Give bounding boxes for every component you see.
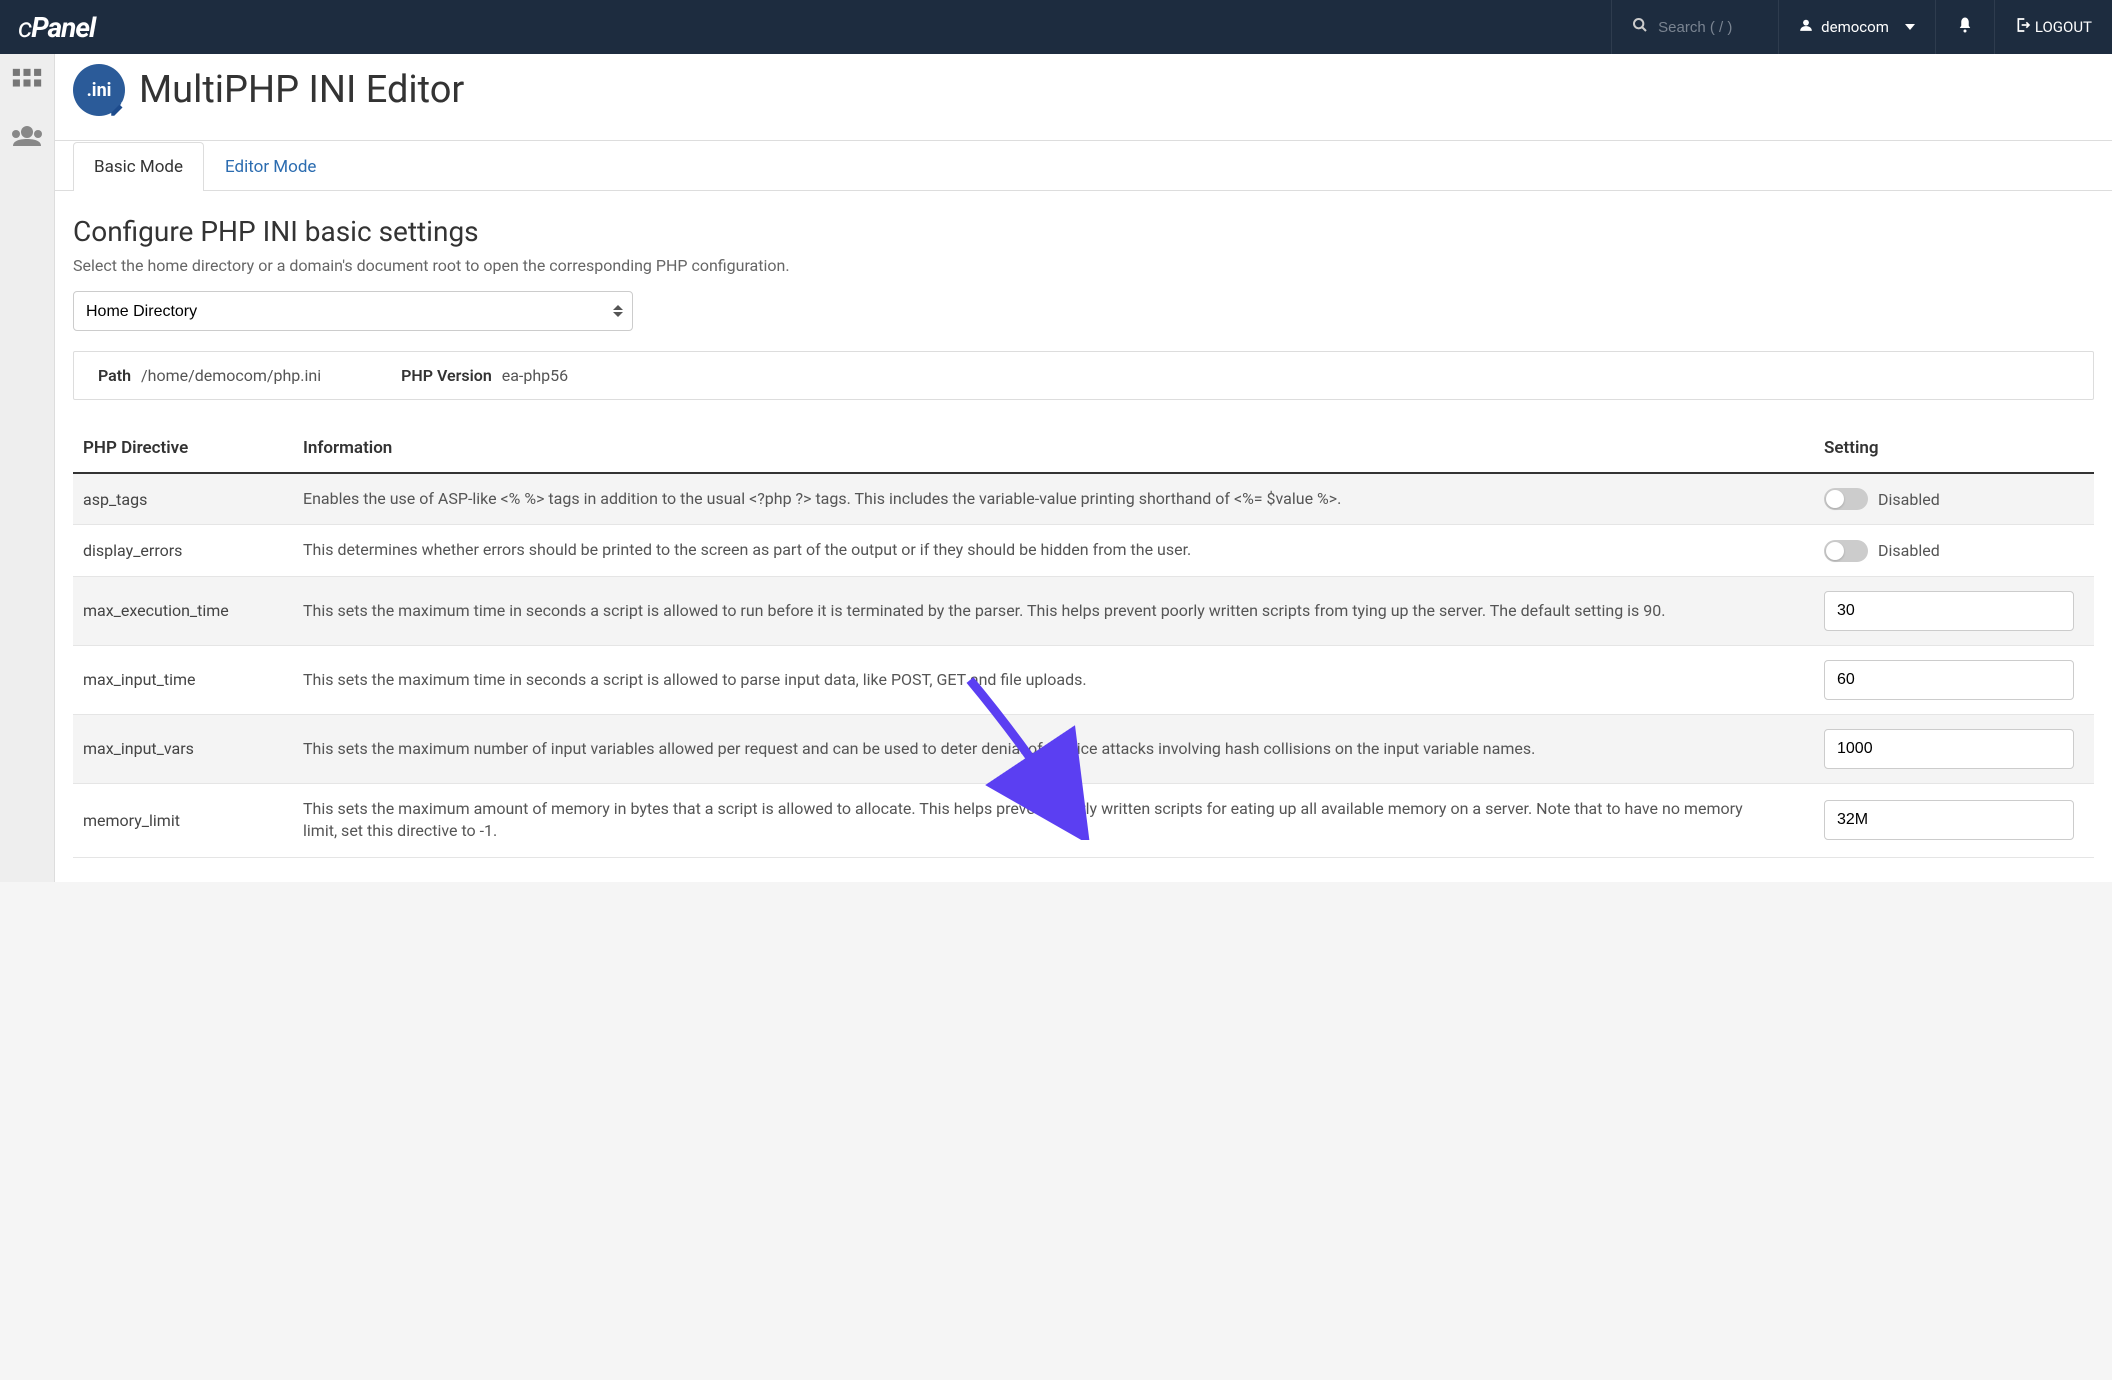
page-title: MultiPHP INI Editor [139,68,464,112]
directive-setting [1814,783,2094,857]
table-row: max_input_varsThis sets the maximum numb… [73,714,2094,783]
logout-button[interactable]: LOGOUT [1994,0,2112,54]
setting-input[interactable] [1824,660,2074,700]
apps-grid-icon[interactable] [10,66,44,104]
path-info: Path /home/democom/php.ini [98,366,321,385]
tabs-container: Basic Mode Editor Mode [55,140,2112,191]
logout-icon [2015,17,2031,37]
directive-info: This determines whether errors should be… [293,525,1814,576]
toggle-switch[interactable] [1824,540,1868,562]
logout-label: LOGOUT [2035,18,2092,36]
search-icon [1632,17,1648,37]
top-navbar: ccPanelPanel democom LOGOUT [0,0,2112,54]
user-menu[interactable]: democom [1778,0,1935,54]
directive-name: max_execution_time [73,576,293,645]
location-select[interactable]: Home Directory [73,291,633,331]
table-row: asp_tagsEnables the use of ASP-like <% %… [73,473,2094,525]
toggle-label: Disabled [1878,490,1940,509]
table-row: display_errorsThis determines whether er… [73,525,2094,576]
directive-info: This sets the maximum time in seconds a … [293,576,1814,645]
directives-table: PHP Directive Information Setting asp_ta… [73,424,2094,858]
directive-name: display_errors [73,525,293,576]
directive-info: Enables the use of ASP-like <% %> tags i… [293,473,1814,525]
section-heading: Configure PHP INI basic settings [73,215,2094,248]
directive-name: memory_limit [73,783,293,857]
directive-setting [1814,645,2094,714]
user-icon [1799,18,1813,36]
navbar-left: ccPanelPanel [18,11,95,44]
table-row: memory_limitThis sets the maximum amount… [73,783,2094,857]
cpanel-logo[interactable]: ccPanelPanel [18,11,95,44]
tab-editor-mode[interactable]: Editor Mode [204,142,337,191]
location-select-wrap: Home Directory [73,291,633,331]
section-description: Select the home directory or a domain's … [73,256,2094,275]
col-directive: PHP Directive [73,424,293,473]
directive-info: This sets the maximum amount of memory i… [293,783,1814,857]
search-box[interactable] [1611,0,1778,54]
table-row: max_input_timeThis sets the maximum time… [73,645,2094,714]
notifications-button[interactable] [1935,0,1994,54]
directive-setting [1814,714,2094,783]
directive-name: max_input_vars [73,714,293,783]
directive-setting: Disabled [1814,525,2094,576]
bell-icon [1956,16,1974,38]
users-icon[interactable] [9,122,45,154]
username-label: democom [1821,18,1889,36]
directive-setting [1814,576,2094,645]
setting-input[interactable] [1824,591,2074,631]
directive-info: This sets the maximum number of input va… [293,714,1814,783]
directive-name: asp_tags [73,473,293,525]
navbar-right: democom LOGOUT [1611,0,2112,54]
left-sidebar [0,54,54,882]
info-box: Path /home/democom/php.ini PHP Version e… [73,351,2094,400]
page-header: .ini MultiPHP INI Editor [55,54,2112,134]
directive-name: max_input_time [73,645,293,714]
basic-settings-section: Configure PHP INI basic settings Select … [55,191,2112,882]
directive-info: This sets the maximum time in seconds a … [293,645,1814,714]
tab-basic-mode[interactable]: Basic Mode [73,142,204,191]
col-setting: Setting [1814,424,2094,473]
table-row: max_execution_timeThis sets the maximum … [73,576,2094,645]
toggle-switch[interactable] [1824,488,1868,510]
page-icon: .ini [73,64,125,116]
toggle-label: Disabled [1878,541,1940,560]
chevron-down-icon [1905,24,1915,30]
main-content: .ini MultiPHP INI Editor Basic Mode Edit… [54,54,2112,882]
directive-setting: Disabled [1814,473,2094,525]
setting-input[interactable] [1824,729,2074,769]
search-input[interactable] [1658,19,1758,36]
version-info: PHP Version ea-php56 [401,366,568,385]
col-information: Information [293,424,1814,473]
setting-input[interactable] [1824,800,2074,840]
